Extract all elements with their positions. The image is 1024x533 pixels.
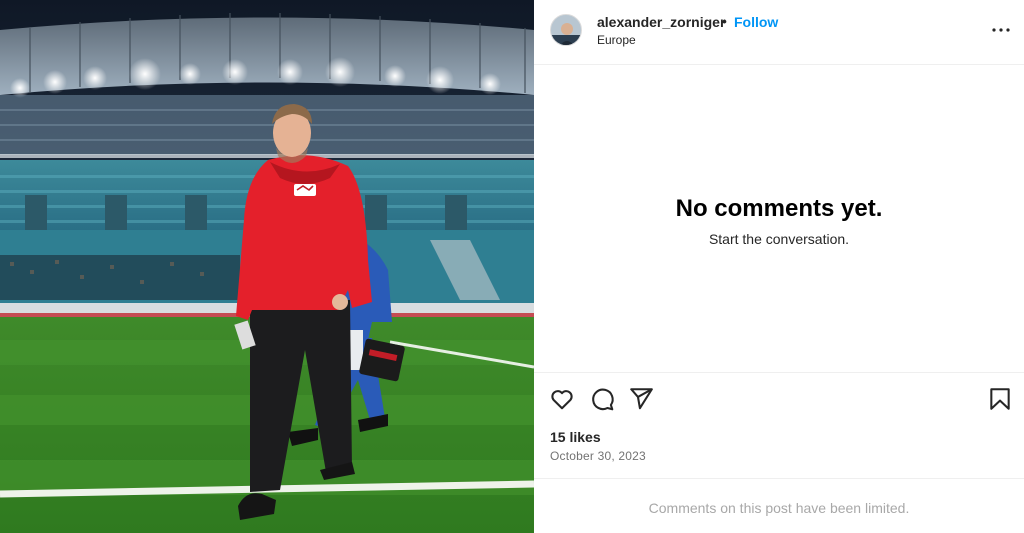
comment-icon[interactable] bbox=[589, 386, 615, 412]
bookmark-icon[interactable] bbox=[987, 386, 1013, 412]
post-header: alexander_zorniger • Follow Europe bbox=[534, 0, 1024, 65]
post-side-panel: alexander_zorniger • Follow Europe No co… bbox=[534, 0, 1024, 533]
empty-comments-subtitle: Start the conversation. bbox=[708, 231, 850, 247]
separator-dot: • bbox=[722, 13, 727, 29]
empty-comments-title: No comments yet. bbox=[675, 195, 883, 222]
comments-limited-footer: Comments on this post have been limited. bbox=[534, 478, 1024, 533]
post-date: October 30, 2023 bbox=[550, 449, 646, 463]
location-link[interactable]: Europe bbox=[597, 33, 636, 47]
stadium-photo bbox=[0, 0, 534, 533]
more-options-icon[interactable] bbox=[989, 18, 1013, 42]
action-bar: 15 likes October 30, 2023 bbox=[534, 372, 1024, 478]
comments-section: No comments yet. Start the conversation. bbox=[534, 66, 1024, 372]
share-icon[interactable] bbox=[628, 386, 654, 412]
comments-limited-notice: Comments on this post have been limited. bbox=[648, 500, 910, 516]
username-link[interactable]: alexander_zorniger bbox=[597, 14, 725, 30]
avatar-image bbox=[551, 15, 581, 45]
likes-count[interactable]: 15 likes bbox=[550, 429, 601, 445]
avatar[interactable] bbox=[550, 14, 582, 46]
post-image[interactable] bbox=[0, 0, 534, 533]
follow-button[interactable]: Follow bbox=[734, 14, 778, 30]
heart-icon[interactable] bbox=[549, 386, 575, 412]
post-dialog: alexander_zorniger • Follow Europe No co… bbox=[0, 0, 1024, 533]
